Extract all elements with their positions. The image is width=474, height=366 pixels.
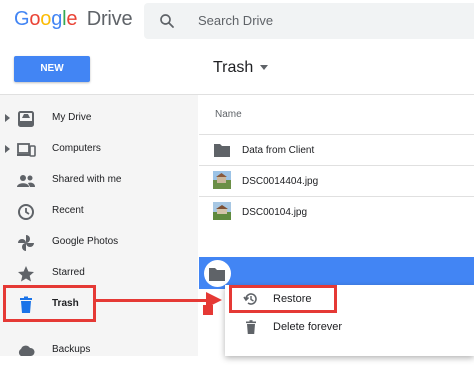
toolbar: NEW Trash <box>0 44 474 95</box>
logo-product-text: Drive <box>86 8 133 30</box>
sidebar-item-label: Computers <box>52 143 101 154</box>
expand-arrow-icon[interactable] <box>5 145 10 153</box>
sidebar-item-shared[interactable]: Shared with me <box>0 165 198 196</box>
file-name: DSC00104.jpg <box>242 207 308 218</box>
sidebar-item-computers[interactable]: Computers <box>0 134 198 165</box>
sidebar-item-recent[interactable]: Recent <box>0 196 198 227</box>
sidebar-item-label: Google Photos <box>52 236 119 247</box>
list-item[interactable]: Data from Client <box>199 134 474 166</box>
annotation-highlight-restore <box>229 285 337 313</box>
annotation-highlight-trash <box>3 285 96 322</box>
annotation-arrow-tail <box>203 305 213 315</box>
sidebar-item-label: Shared with me <box>52 174 122 185</box>
search-input[interactable]: Search Drive <box>144 3 474 39</box>
new-button[interactable]: NEW <box>14 56 90 82</box>
expand-arrow-icon[interactable] <box>5 114 10 122</box>
sidebar-item-label: Recent <box>52 205 84 216</box>
sidebar-item-google-photos[interactable]: Google Photos <box>0 227 198 258</box>
computers-icon <box>17 143 36 157</box>
app-header: Google Drive Search Drive <box>0 0 474 42</box>
image-thumbnail-icon <box>213 171 231 189</box>
selection-indicator <box>204 260 231 287</box>
google-drive-logo[interactable]: Google Drive <box>14 8 133 31</box>
delete-forever-menu-item[interactable]: Delete forever <box>225 313 474 341</box>
people-icon <box>17 175 35 187</box>
clock-icon <box>18 204 34 220</box>
image-thumbnail-icon <box>213 202 231 220</box>
star-icon <box>18 266 34 282</box>
column-header-name[interactable]: Name <box>215 109 242 120</box>
sidebar-item-my-drive[interactable]: My Drive <box>0 103 198 134</box>
file-name: Data from Client <box>242 145 315 156</box>
cloud-icon <box>18 345 35 356</box>
my-drive-icon <box>18 111 34 127</box>
menu-item-label: Delete forever <box>273 321 343 333</box>
folder-icon <box>214 144 230 157</box>
pinwheel-icon <box>18 235 34 251</box>
sidebar-item-label: Backups <box>52 344 91 355</box>
file-name: DSC0014404.jpg <box>242 176 319 187</box>
annotation-arrow-line <box>96 299 208 302</box>
breadcrumb-label: Trash <box>213 59 254 76</box>
logo-google-text: Google <box>14 8 78 30</box>
sidebar-item-label: Starred <box>52 267 85 278</box>
breadcrumb[interactable]: Trash <box>213 59 269 77</box>
search-icon[interactable] <box>158 12 176 30</box>
chevron-down-icon <box>260 65 269 71</box>
sidebar-item-label: My Drive <box>52 112 92 123</box>
list-item[interactable]: DSC00104.jpg <box>199 196 474 228</box>
sidebar-item-backups[interactable]: Backups <box>0 335 198 366</box>
search-placeholder: Search Drive <box>198 13 274 28</box>
list-item[interactable]: DSC0014404.jpg <box>199 165 474 197</box>
folder-icon <box>209 268 225 281</box>
trash-icon <box>246 320 256 334</box>
